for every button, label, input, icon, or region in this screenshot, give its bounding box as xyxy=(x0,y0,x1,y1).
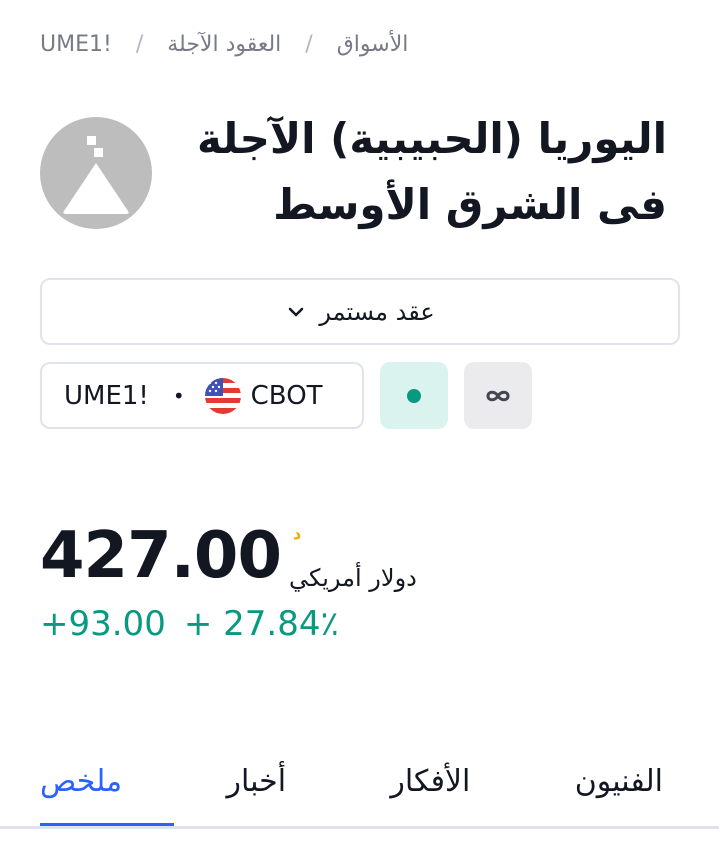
separator-dot: • xyxy=(172,383,185,408)
last-price: 427.00 xyxy=(40,519,282,593)
chevron-down-icon xyxy=(285,301,307,323)
change-absolute: +93.00 xyxy=(40,604,166,644)
market-open-dot-icon xyxy=(407,388,421,403)
price-currency: دولار أمريكي xyxy=(288,564,417,592)
price-block: 427.00 د دولار أمريكي xyxy=(40,520,439,592)
symbol-logo xyxy=(40,117,152,229)
breadcrumb-separator: / xyxy=(305,31,313,57)
market-status-button[interactable] xyxy=(380,362,448,429)
breadcrumb: الأسواق / العقود الآجلة / UME1! xyxy=(40,28,679,60)
tab-technicals[interactable]: الفنيون xyxy=(575,760,663,826)
symbol-ticker: UME1! xyxy=(64,380,149,411)
contract-type-label: عقد مستمر xyxy=(319,297,435,326)
breadcrumb-futures[interactable]: العقود الآجلة xyxy=(167,32,281,57)
section-tabs: ملخص أخبار الأفكار الفنيون xyxy=(40,760,663,828)
change-percent: + 27.84٪ xyxy=(183,604,339,644)
continuous-contract-button[interactable] xyxy=(464,362,532,429)
currency-wrap: د دولار أمريكي xyxy=(289,520,439,592)
breadcrumb-markets[interactable]: الأسواق xyxy=(337,32,409,57)
infinity-icon xyxy=(486,390,510,401)
tab-ideas[interactable]: الأفكار xyxy=(390,760,470,826)
breadcrumb-symbol[interactable]: UME1! xyxy=(40,32,112,57)
tab-overview[interactable]: ملخص xyxy=(40,760,175,828)
warning-triangle-icon xyxy=(63,136,129,214)
breadcrumb-separator: / xyxy=(135,31,144,57)
tab-news[interactable]: أخبار xyxy=(226,760,286,826)
symbol-exchange-pill[interactable]: UME1! • CBOT xyxy=(40,362,364,429)
page-title: اليوريا (الحبيبية) الآجلة فى الشرق الأوس… xyxy=(196,114,667,229)
tabs-divider xyxy=(0,826,719,829)
us-flag-icon xyxy=(204,377,241,414)
contract-type-select[interactable]: عقد مستمر xyxy=(40,278,680,345)
exchange-name: CBOT xyxy=(250,380,323,411)
currency-marker: د xyxy=(292,524,302,543)
price-change: +93.00 + 27.84٪ xyxy=(40,604,339,644)
